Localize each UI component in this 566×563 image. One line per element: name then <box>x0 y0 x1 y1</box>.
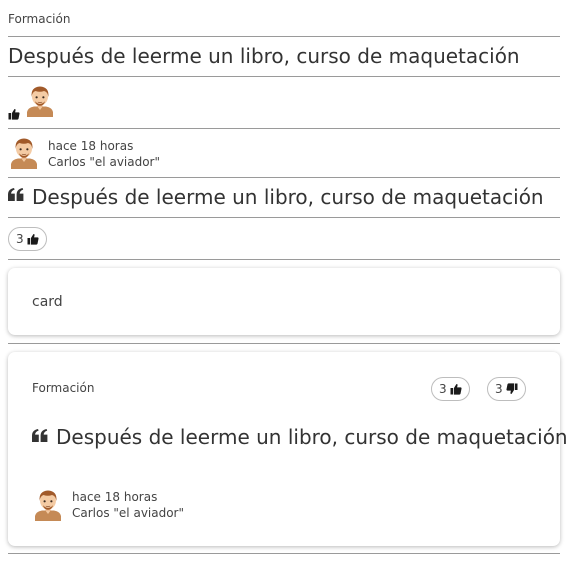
avatar <box>34 489 62 521</box>
page-title: Después de leerme un libro, curso de maq… <box>8 44 520 68</box>
like-button[interactable]: 3 <box>431 377 470 401</box>
post-meta: hace 18 horas Carlos "el aviador" <box>48 138 160 170</box>
avatar <box>26 85 54 117</box>
post-time: hace 18 horas <box>48 139 134 153</box>
post-author[interactable]: Carlos "el aviador" <box>48 154 160 170</box>
category-label: Formación <box>8 12 71 26</box>
divider <box>8 259 560 260</box>
dislike-button[interactable]: 3 <box>487 377 526 401</box>
card-text: card <box>32 294 63 310</box>
divider <box>8 128 560 129</box>
post-quote: Después de leerme un libro, curso de maq… <box>32 185 544 209</box>
divider <box>8 76 560 77</box>
like-button[interactable]: 3 <box>8 227 47 251</box>
divider <box>8 36 560 37</box>
thumbs-up-icon <box>450 383 462 395</box>
divider <box>8 177 560 178</box>
like-count: 3 <box>16 232 24 246</box>
card-time: hace 18 horas <box>72 490 158 504</box>
card-meta: hace 18 horas Carlos "el aviador" <box>72 489 184 521</box>
avatar <box>10 137 38 169</box>
thumbs-up-icon[interactable] <box>8 105 20 117</box>
card: card <box>8 268 560 335</box>
thumbs-down-icon <box>506 383 518 395</box>
card-quote: Después de leerme un libro, curso de maq… <box>56 425 566 449</box>
dislike-count: 3 <box>495 382 503 396</box>
card-author[interactable]: Carlos "el aviador" <box>72 505 184 521</box>
like-count: 3 <box>439 382 447 396</box>
quote-left-icon <box>32 428 48 442</box>
quote-left-icon <box>8 187 24 201</box>
card-category: Formación <box>32 381 95 395</box>
divider <box>8 553 560 554</box>
thumbs-up-icon <box>27 233 39 245</box>
post-card: Formación 3 3 Después de leerme un libro… <box>8 352 566 546</box>
divider <box>8 217 560 218</box>
divider <box>8 343 560 344</box>
